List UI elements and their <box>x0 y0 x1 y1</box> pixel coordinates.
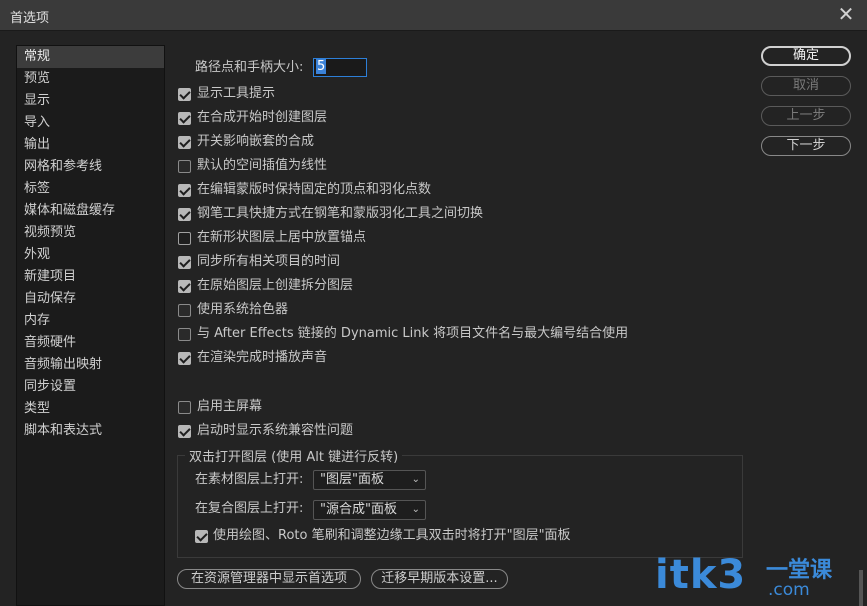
footage-layer-label: 在素材图层上打开: <box>195 472 304 487</box>
watermark-main: itk3 <box>655 552 747 598</box>
sidebar-item-import[interactable]: 导入 <box>17 112 164 134</box>
sidebar-item-previews[interactable]: 预览 <box>17 68 164 90</box>
play-sound-label: 在渲染完成时播放声音 <box>197 350 328 365</box>
cancel-button[interactable]: 取消 <box>761 76 851 96</box>
paint-tools-label: 使用绘图、Roto 笔刷和调整边缘工具双击时将打开"图层"面板 <box>213 528 571 543</box>
sidebar-item-display[interactable]: 显示 <box>17 90 164 112</box>
switches-nested-label: 开关影响嵌套的合成 <box>197 134 315 149</box>
home-screen-label: 启用主屏幕 <box>197 399 263 414</box>
center-anchor-label: 在新形状图层上居中放置锚点 <box>197 230 367 245</box>
sidebar-item-scripting[interactable]: 脚本和表达式 <box>17 420 164 442</box>
center-anchor-checkbox[interactable] <box>178 232 191 245</box>
chevron-down-icon: ⌄ <box>411 474 420 485</box>
linear-interp-checkbox[interactable] <box>178 160 191 173</box>
comp-layer-label: 在复合图层上打开: <box>195 501 304 516</box>
sync-time-label: 同步所有相关项目的时间 <box>197 254 341 269</box>
sidebar-item-labels[interactable]: 标签 <box>17 178 164 200</box>
title-bar: 首选项 ✕ <box>0 0 867 31</box>
split-layers-checkbox[interactable] <box>178 280 191 293</box>
sync-time-checkbox[interactable] <box>178 256 191 269</box>
sidebar-item-auto-save[interactable]: 自动保存 <box>17 288 164 310</box>
compat-issues-checkbox[interactable] <box>178 425 191 438</box>
previous-button[interactable]: 上一步 <box>761 106 851 126</box>
watermark-sub2: .com <box>768 580 810 600</box>
sidebar-item-media-cache[interactable]: 媒体和磁盘缓存 <box>17 200 164 222</box>
switches-nested-checkbox[interactable] <box>178 136 191 149</box>
sidebar-item-appearance[interactable]: 外观 <box>17 244 164 266</box>
sidebar-item-sync[interactable]: 同步设置 <box>17 376 164 398</box>
dynamic-link-checkbox[interactable] <box>178 328 191 341</box>
tooltips-checkbox[interactable] <box>178 88 191 101</box>
ok-button[interactable]: 确定 <box>761 46 851 66</box>
sidebar-item-output[interactable]: 输出 <box>17 134 164 156</box>
sidebar-item-video-preview[interactable]: 视频预览 <box>17 222 164 244</box>
pen-shortcut-checkbox[interactable] <box>178 208 191 221</box>
footage-layer-dropdown[interactable]: "图层"面板 ⌄ <box>313 470 426 490</box>
comp-layer-dropdown[interactable]: "源合成"面板 ⌄ <box>313 500 426 520</box>
tooltips-label: 显示工具提示 <box>197 86 276 101</box>
sidebar-item-memory[interactable]: 内存 <box>17 310 164 332</box>
split-layers-label: 在原始图层上创建拆分图层 <box>197 278 354 293</box>
scrollbar[interactable] <box>859 570 863 606</box>
sidebar-item-grids-guides[interactable]: 网格和参考线 <box>17 156 164 178</box>
create-layers-checkbox[interactable] <box>178 112 191 125</box>
sidebar-item-audio-output[interactable]: 音频输出映射 <box>17 354 164 376</box>
mask-vertices-label: 在编辑蒙版时保持固定的顶点和羽化点数 <box>197 182 432 197</box>
watermark-logo: itk3 一堂课 .com <box>655 552 855 606</box>
footage-layer-value: "图层"面板 <box>320 472 384 487</box>
chevron-down-icon: ⌄ <box>411 504 420 515</box>
close-icon[interactable]: ✕ <box>835 3 857 25</box>
mask-vertices-checkbox[interactable] <box>178 184 191 197</box>
paint-tools-checkbox[interactable] <box>195 530 208 543</box>
sidebar-item-general[interactable]: 常规 <box>17 46 164 68</box>
system-color-picker-checkbox[interactable] <box>178 304 191 317</box>
sidebar-item-type[interactable]: 类型 <box>17 398 164 420</box>
migrate-settings-button[interactable]: 迁移早期版本设置... <box>371 569 508 589</box>
double-click-legend: 双击打开图层 (使用 Alt 键进行反转) <box>185 446 403 465</box>
home-screen-checkbox[interactable] <box>178 401 191 414</box>
dynamic-link-label: 与 After Effects 链接的 Dynamic Link 将项目文件名与… <box>197 326 629 341</box>
play-sound-checkbox[interactable] <box>178 352 191 365</box>
sidebar-item-audio-hardware[interactable]: 音频硬件 <box>17 332 164 354</box>
system-color-picker-label: 使用系统拾色器 <box>197 302 289 317</box>
path-point-size-value: 5 <box>316 59 327 74</box>
create-layers-label: 在合成开始时创建图层 <box>197 110 328 125</box>
linear-interp-label: 默认的空间插值为线性 <box>197 158 328 173</box>
path-point-size-input[interactable]: 5 <box>313 58 367 77</box>
path-point-size-label: 路径点和手柄大小: <box>195 60 304 75</box>
sidebar: 常规 预览 显示 导入 输出 网格和参考线 标签 媒体和磁盘缓存 视频预览 外观… <box>16 45 165 606</box>
comp-layer-value: "源合成"面板 <box>320 502 397 517</box>
window-title: 首选项 <box>10 11 50 26</box>
sidebar-item-new-project[interactable]: 新建项目 <box>17 266 164 288</box>
pen-shortcut-label: 钢笔工具快捷方式在钢笔和蒙版羽化工具之间切换 <box>197 206 484 221</box>
reveal-prefs-button[interactable]: 在资源管理器中显示首选项 <box>177 569 361 589</box>
next-button[interactable]: 下一步 <box>761 136 851 156</box>
compat-issues-label: 启动时显示系统兼容性问题 <box>197 423 354 438</box>
